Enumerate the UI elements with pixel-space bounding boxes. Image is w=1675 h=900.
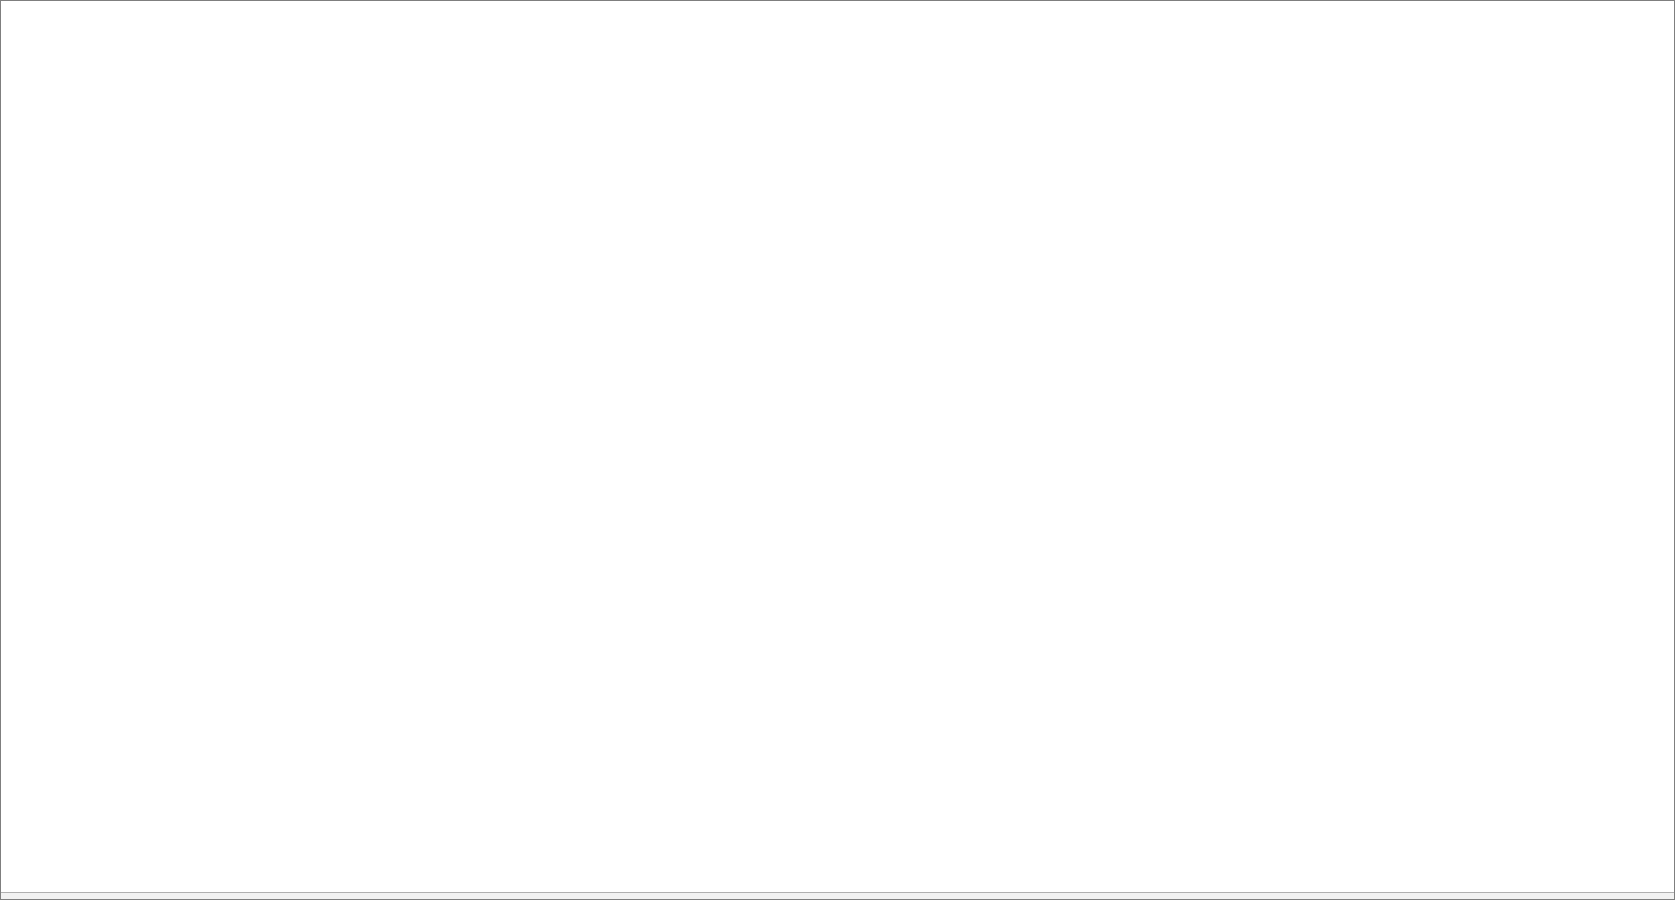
status-bar bbox=[1, 892, 1675, 900]
chart-title-bar bbox=[1, 1, 1521, 19]
mt4-chart-window bbox=[0, 0, 1675, 900]
chart-canvas[interactable] bbox=[1, 1, 1675, 900]
